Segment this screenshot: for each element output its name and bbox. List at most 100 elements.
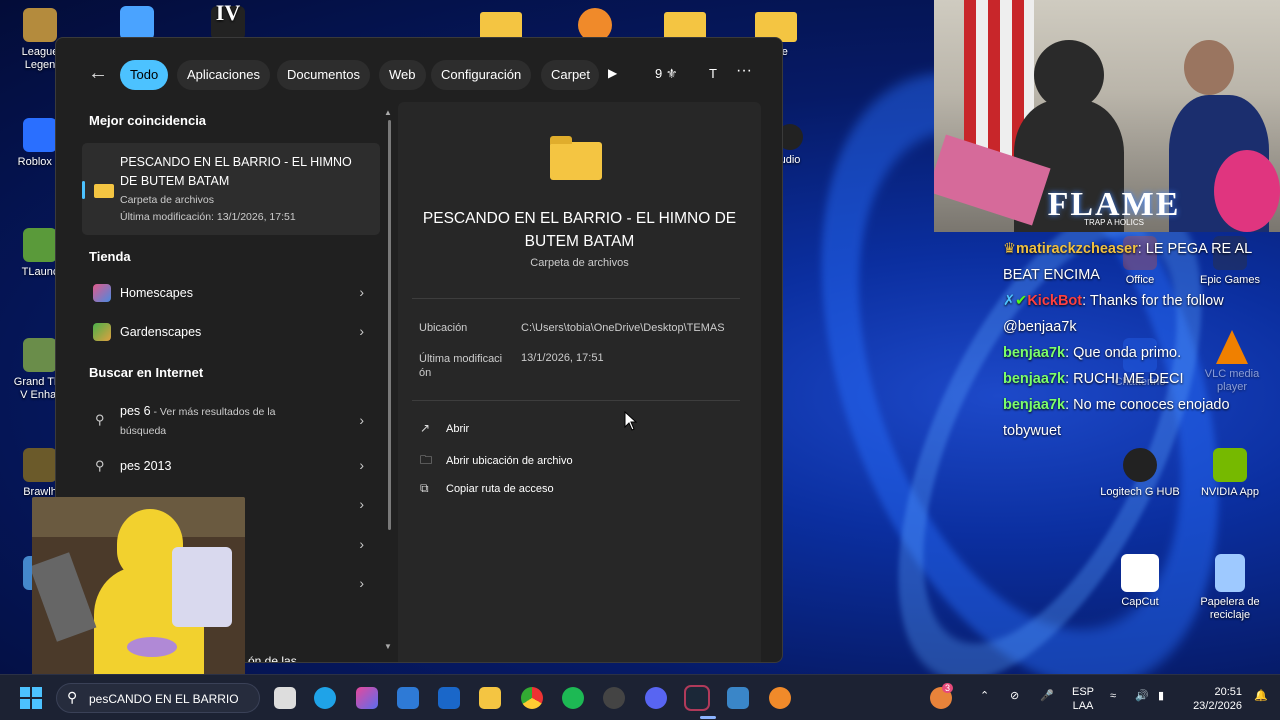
network-off-icon[interactable]: ⊘	[1010, 689, 1019, 703]
file-explorer-icon[interactable]	[479, 687, 501, 709]
wifi-icon[interactable]: ≈	[1110, 689, 1116, 703]
discord-icon[interactable]	[645, 687, 667, 709]
folder-icon-large	[550, 136, 602, 180]
windows-logo-pane	[20, 699, 30, 709]
scroll-down-arrow[interactable]: ▼	[384, 642, 392, 651]
start-button[interactable]	[20, 687, 42, 709]
tlauncher-icon	[23, 228, 57, 262]
sword-icon: ✗	[1003, 293, 1016, 309]
scroll-up-arrow[interactable]: ▲	[384, 108, 392, 117]
open-location-action[interactable]: 🗀 Abrir ubicación de archivo	[420, 451, 573, 471]
friend-head	[1184, 40, 1234, 95]
chevron-right-icon: ›	[359, 536, 364, 552]
chevron-right-icon: ›	[359, 575, 364, 591]
app-icon	[120, 6, 154, 40]
photos-icon[interactable]	[727, 687, 749, 709]
filter-folders[interactable]: Carpet	[541, 60, 599, 90]
chevron-right-icon: ›	[359, 412, 364, 428]
store-item-homescapes[interactable]: Homescapes ›	[82, 276, 380, 312]
chevron-right-icon: ›	[359, 457, 364, 473]
chat-message: ✗✔KickBot: Thanks for the follow @benjaa…	[1003, 293, 1224, 335]
divider	[412, 400, 740, 401]
chevron-right-icon: ›	[359, 496, 364, 512]
microphone-icon[interactable]: 🎤	[1040, 689, 1054, 703]
open-action[interactable]: ↗ Abrir	[420, 421, 469, 441]
crown-icon: ♛	[1003, 241, 1016, 257]
desktop-icon-capcut[interactable]: CapCut	[1100, 554, 1180, 609]
filter-bar: ← Todo Aplicaciones Documentos Web Confi…	[56, 54, 782, 94]
partial-result-text: ón de las	[248, 654, 297, 663]
back-arrow-icon[interactable]: ←	[88, 62, 108, 85]
filter-documents[interactable]: Documentos	[277, 60, 370, 90]
stream-overlay-image	[32, 497, 245, 687]
best-match-item[interactable]: PESCANDO EN EL BARRIO - EL HIMNO DE BUTE…	[82, 143, 380, 235]
store-header: Tienda	[89, 249, 131, 264]
notifications-bell-icon[interactable]: 🔔	[1254, 689, 1268, 703]
capcut-icon	[1121, 554, 1159, 592]
outlook-icon[interactable]	[438, 687, 460, 709]
filter-apps[interactable]: Aplicaciones	[177, 60, 270, 90]
open-external-icon: ↗	[420, 421, 431, 435]
copy-path-action[interactable]: ⧉ Copiar ruta de acceso	[420, 481, 554, 501]
search-icon: ⚲	[95, 412, 105, 427]
clock[interactable]: 20:51 23/2/2026	[1182, 685, 1242, 713]
divider	[412, 298, 740, 299]
copilot-icon[interactable]	[356, 687, 378, 709]
desktop-icon-nvidia[interactable]: NVIDIA App	[1190, 448, 1270, 499]
store-item-gardenscapes[interactable]: Gardenscapes ›	[82, 315, 380, 351]
trophy-icon: ⚜	[665, 66, 678, 81]
chat-message: benjaa7k: RUCHI ME DECI	[1003, 371, 1184, 387]
edge-icon[interactable]	[314, 687, 336, 709]
detail-title: PESCANDO EN EL BARRIO - EL HIMNO DE BUTE…	[422, 210, 737, 250]
steam-icon[interactable]	[684, 685, 710, 711]
rewards-points[interactable]: 9 ⚜	[655, 66, 678, 82]
filter-all[interactable]: Todo	[120, 60, 169, 90]
logitech-icon	[1123, 448, 1157, 482]
location-label: Ubicación	[419, 322, 468, 334]
folder-outline-icon: 🗀	[420, 453, 433, 467]
chevron-up-icon[interactable]: ⌃	[980, 689, 989, 703]
gta5-icon	[23, 338, 57, 372]
search-icon: ⚲	[95, 458, 105, 473]
web-result-pes2013[interactable]: ⚲ pes 2013 ›	[82, 449, 380, 485]
task-view-icon[interactable]	[274, 687, 296, 709]
chevron-right-icon: ›	[359, 323, 364, 339]
gardenscapes-icon	[93, 323, 111, 341]
fl-studio-icon[interactable]	[769, 687, 791, 709]
roblox-icon	[23, 118, 57, 152]
web-search-header: Buscar en Internet	[89, 365, 204, 380]
windows-logo-pane	[32, 687, 42, 697]
account-avatar[interactable]: T	[704, 66, 722, 81]
store-icon[interactable]	[397, 687, 419, 709]
battery-icon[interactable]: ▮	[1158, 689, 1164, 703]
chrome-icon[interactable]	[521, 687, 543, 709]
brawlhalla-icon	[23, 448, 57, 482]
best-match-modified: Última modificación: 13/1/2026, 17:51	[120, 211, 296, 223]
selection-indicator	[82, 181, 85, 199]
scrollbar-thumb[interactable]	[388, 120, 391, 530]
language-indicator[interactable]: ESP LAA	[1068, 685, 1098, 713]
league-icon	[23, 8, 57, 42]
best-match-type: Carpeta de archivos	[120, 194, 214, 206]
folder-icon	[94, 184, 114, 198]
active-app-indicator	[700, 716, 716, 719]
chevron-right-icon: ›	[359, 284, 364, 300]
filter-web[interactable]: Web	[379, 60, 426, 90]
windows-logo-pane	[32, 699, 42, 709]
drink-shape	[127, 637, 177, 657]
spotify-icon[interactable]	[562, 687, 584, 709]
taskbar-search-box[interactable]: ⚲ pesCANDO EN EL BARRIO	[56, 683, 260, 713]
desktop-icon-recycle-bin[interactable]: Papelera de reciclaje	[1190, 554, 1270, 622]
play-icon[interactable]: ▶	[608, 66, 617, 80]
chat-message: benjaa7k: Que onda primo.	[1003, 345, 1182, 361]
cup-shape	[172, 547, 232, 627]
desktop-icon-logitech[interactable]: Logitech G HUB	[1100, 448, 1180, 499]
volume-icon[interactable]: 🔊	[1135, 689, 1149, 703]
modified-value: 13/1/2026, 17:51	[521, 352, 604, 364]
more-options-icon[interactable]: ···	[736, 62, 752, 80]
web-result-pes6[interactable]: ⚲ pes 6 - Ver más resultados de la búsqu…	[82, 400, 380, 440]
detail-type: Carpeta de archivos	[530, 257, 629, 269]
filter-settings[interactable]: Configuración	[431, 60, 532, 90]
obs-icon[interactable]	[603, 687, 625, 709]
location-value: C:\Users\tobia\OneDrive\Desktop\TEMAS	[521, 322, 725, 334]
